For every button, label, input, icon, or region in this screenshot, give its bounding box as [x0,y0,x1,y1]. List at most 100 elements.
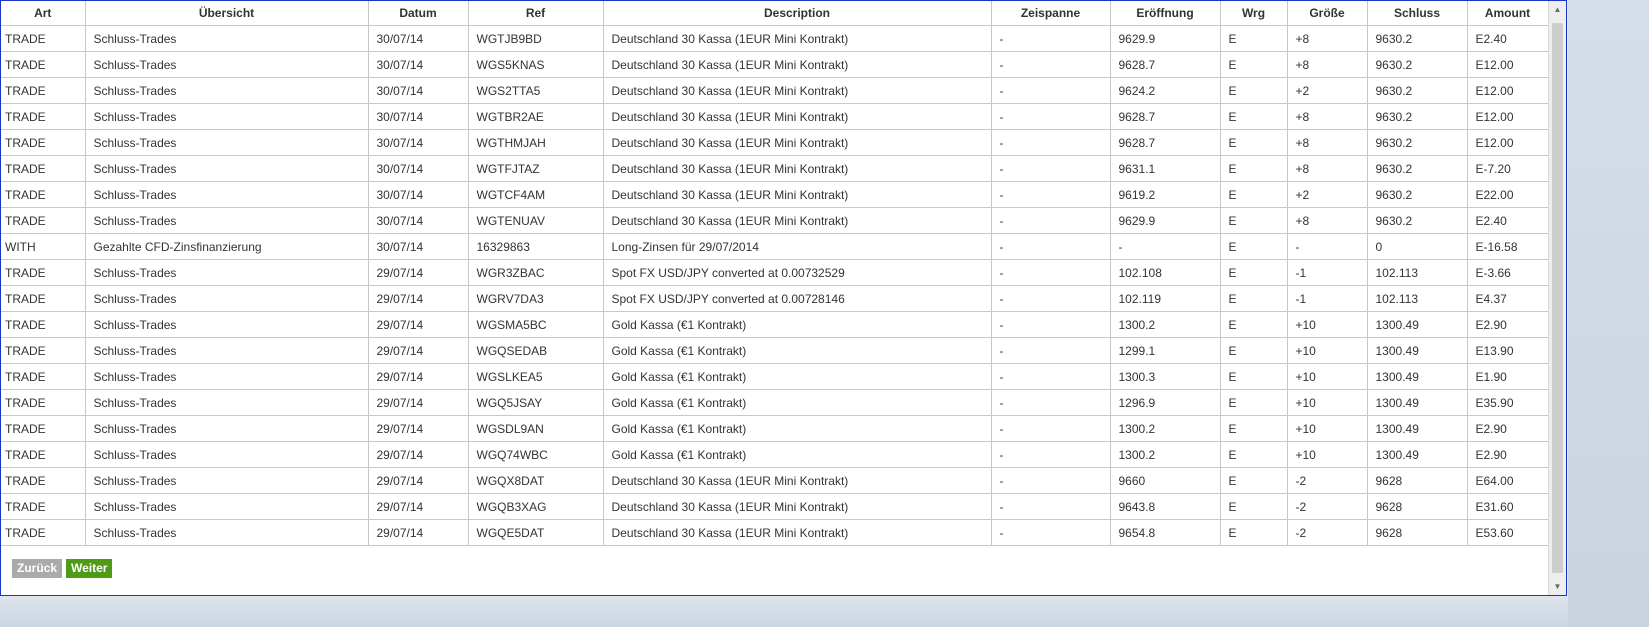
cell-zeispanne: - [991,337,1111,364]
cell-datum: 29/07/14 [368,493,469,520]
cell-schluss: 1300.49 [1367,311,1468,338]
cell-art: TRADE [1,259,86,286]
cell-datum: 30/07/14 [368,181,469,208]
scrollbar-thumb[interactable] [1552,23,1563,573]
cell-wrg: E [1220,51,1288,78]
table-row[interactable]: WITH Gezahlte CFD-Zinsfinanzierung 30/07/1… [1,233,1548,260]
cell-uebersicht: Schluss-Trades [85,181,369,208]
cell-description: Deutschland 30 Kassa (1EUR Mini Kontrakt… [603,77,992,104]
table-row[interactable]: TRADE Schluss-Trades 29/07/14 WGSDL9AN Gold … [1,415,1548,442]
vertical-scrollbar[interactable]: ▲ ▼ [1548,1,1566,595]
cell-amount: E35.90 [1467,389,1548,416]
cell-groesse: +8 [1287,207,1368,234]
cell-datum: 30/07/14 [368,77,469,104]
cell-description: Gold Kassa (€1 Kontrakt) [603,389,992,416]
cell-eroeffnung: - [1110,233,1221,260]
cell-datum: 30/07/14 [368,103,469,130]
cell-schluss: 0 [1367,233,1468,260]
table-row[interactable]: TRADE Schluss-Trades 29/07/14 WGQX8DAT Deuts… [1,467,1548,494]
table-row[interactable]: TRADE Schluss-Trades 29/07/14 WGR3ZBAC Spot … [1,259,1548,286]
column-header-wrg[interactable]: Wrg [1220,1,1288,26]
cell-eroeffnung: 9628.7 [1110,51,1221,78]
cell-datum: 29/07/14 [368,441,469,468]
column-header-amount[interactable]: Amount [1467,1,1548,26]
table-row[interactable]: TRADE Schluss-Trades 29/07/14 WGQE5DAT Deuts… [1,519,1548,546]
cell-eroeffnung: 9629.9 [1110,207,1221,234]
table-row[interactable]: TRADE Schluss-Trades 30/07/14 WGTJB9BD Deuts… [1,25,1548,52]
cell-description: Deutschland 30 Kassa (1EUR Mini Kontrakt… [603,103,992,130]
cell-zeispanne: - [991,519,1111,546]
table-row[interactable]: TRADE Schluss-Trades 29/07/14 WGQB3XAG Deuts… [1,493,1548,520]
cell-art: TRADE [1,337,86,364]
column-header-zeispanne[interactable]: Zeispanne [991,1,1111,26]
table-body: TRADE Schluss-Trades 30/07/14 WGTJB9BD Deuts… [1,25,1548,546]
cell-ref: WGTCF4AM [468,181,604,208]
back-button[interactable]: Zurück [12,559,63,578]
column-header-datum[interactable]: Datum [368,1,469,26]
cell-zeispanne: - [991,181,1111,208]
cell-description: Gold Kassa (€1 Kontrakt) [603,415,992,442]
cell-zeispanne: - [991,441,1111,468]
table-row[interactable]: TRADE Schluss-Trades 29/07/14 WGQ5JSAY Gold … [1,389,1548,416]
cell-ref: WGRV7DA3 [468,285,604,312]
cell-schluss: 9630.2 [1367,103,1468,130]
table-row[interactable]: TRADE Schluss-Trades 30/07/14 WGTCF4AM Deuts… [1,181,1548,208]
cell-wrg: E [1220,233,1288,260]
cell-wrg: E [1220,103,1288,130]
cell-groesse: +8 [1287,25,1368,52]
cell-eroeffnung: 102.119 [1110,285,1221,312]
column-header-uebersicht[interactable]: Übersicht [85,1,369,26]
scroll-up-arrow-icon[interactable]: ▲ [1549,1,1566,18]
cell-ref: WGQ74WBC [468,441,604,468]
cell-eroeffnung: 1296.9 [1110,389,1221,416]
transactions-window: Art Übersicht Datum Ref Description Zeis… [0,0,1567,596]
cell-datum: 30/07/14 [368,25,469,52]
table-row[interactable]: TRADE Schluss-Trades 30/07/14 WGTBR2AE Deuts… [1,103,1548,130]
table-row[interactable]: TRADE Schluss-Trades 29/07/14 WGQSEDAB Gold … [1,337,1548,364]
cell-description: Deutschland 30 Kassa (1EUR Mini Kontrakt… [603,207,992,234]
cell-amount: E4.37 [1467,285,1548,312]
column-header-description[interactable]: Description [603,1,992,26]
cell-uebersicht: Schluss-Trades [85,363,369,390]
cell-amount: E53.60 [1467,519,1548,546]
column-header-groesse[interactable]: Größe [1287,1,1368,26]
cell-schluss: 9630.2 [1367,207,1468,234]
table-row[interactable]: TRADE Schluss-Trades 29/07/14 WGRV7DA3 Spot … [1,285,1548,312]
cell-groesse: +10 [1287,337,1368,364]
table-row[interactable]: TRADE Schluss-Trades 30/07/14 WGS5KNAS Deuts… [1,51,1548,78]
cell-art: TRADE [1,519,86,546]
table-row[interactable]: TRADE Schluss-Trades 29/07/14 WGQ74WBC Gold … [1,441,1548,468]
cell-uebersicht: Schluss-Trades [85,285,369,312]
cell-zeispanne: - [991,51,1111,78]
table-row[interactable]: TRADE Schluss-Trades 30/07/14 WGTFJTAZ Deuts… [1,155,1548,182]
cell-wrg: E [1220,285,1288,312]
next-button[interactable]: Weiter [66,559,113,578]
cell-ref: WGS2TTA5 [468,77,604,104]
cell-description: Deutschland 30 Kassa (1EUR Mini Kontrakt… [603,51,992,78]
cell-art: TRADE [1,51,86,78]
cell-description: Gold Kassa (€1 Kontrakt) [603,363,992,390]
cell-groesse: +10 [1287,441,1368,468]
cell-art: TRADE [1,311,86,338]
cell-description: Deutschland 30 Kassa (1EUR Mini Kontrakt… [603,181,992,208]
cell-schluss: 1300.49 [1367,389,1468,416]
column-header-eroeffnung[interactable]: Eröffnung [1110,1,1221,26]
desktop-background-right [1568,0,1649,627]
table-row[interactable]: TRADE Schluss-Trades 29/07/14 WGSMA5BC Gold … [1,311,1548,338]
scroll-down-arrow-icon[interactable]: ▼ [1549,578,1566,595]
cell-amount: E12.00 [1467,129,1548,156]
column-header-ref[interactable]: Ref [468,1,604,26]
column-header-art[interactable]: Art [1,1,86,26]
table-row[interactable]: TRADE Schluss-Trades 30/07/14 WGTENUAV Deuts… [1,207,1548,234]
cell-datum: 30/07/14 [368,155,469,182]
cell-amount: E2.90 [1467,441,1548,468]
table-row[interactable]: TRADE Schluss-Trades 30/07/14 WGTHMJAH Deuts… [1,129,1548,156]
cell-eroeffnung: 9628.7 [1110,129,1221,156]
cell-groesse: +10 [1287,389,1368,416]
table-row[interactable]: TRADE Schluss-Trades 30/07/14 WGS2TTA5 Deuts… [1,77,1548,104]
cell-datum: 30/07/14 [368,129,469,156]
table-row[interactable]: TRADE Schluss-Trades 29/07/14 WGSLKEA5 Gold … [1,363,1548,390]
cell-datum: 29/07/14 [368,363,469,390]
transactions-scroll-area: Art Übersicht Datum Ref Description Zeis… [1,1,1548,595]
column-header-schluss[interactable]: Schluss [1367,1,1468,26]
